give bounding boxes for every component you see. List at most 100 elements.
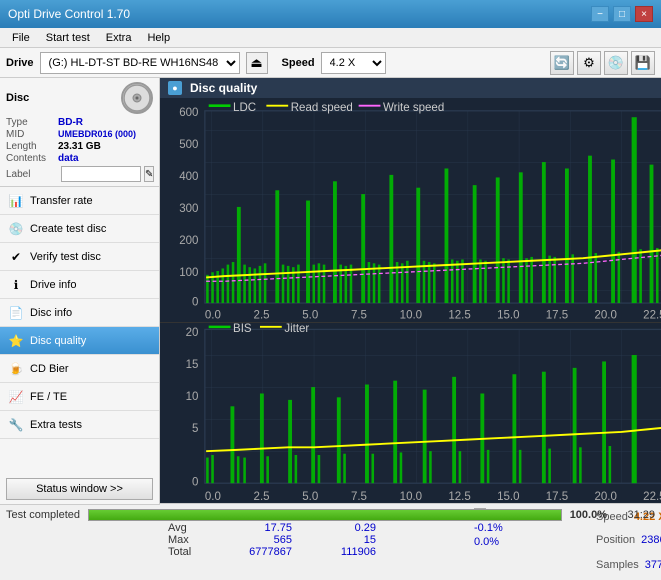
progress-percentage: 100.0%	[570, 509, 607, 521]
save-button[interactable]: 💾	[631, 51, 655, 75]
svg-text:17.5: 17.5	[546, 309, 568, 321]
svg-text:BIS: BIS	[233, 323, 252, 335]
sidebar-item-create-test-disc[interactable]: 💿 Create test disc	[0, 215, 159, 243]
max-empty	[380, 534, 460, 546]
menu-extra[interactable]: Extra	[98, 30, 140, 46]
menu-starttest[interactable]: Start test	[38, 30, 98, 46]
left-panel: Disc Type BD-R MID UMEBDR016 (000)	[0, 78, 160, 504]
svg-text:2.5: 2.5	[254, 491, 270, 503]
disc-length-row: Length 23.31 GB	[6, 141, 153, 152]
top-chart-wrapper: 600 500 400 300 200 100 0 18X 16X 14X 12…	[160, 98, 661, 323]
titlebar: Opti Drive Control 1.70 − □ ×	[0, 0, 661, 28]
drive-label: Drive	[6, 57, 34, 69]
disc-info-rows: Type BD-R MID UMEBDR016 (000) Length 23.…	[6, 117, 153, 182]
transfer-rate-label: Transfer rate	[30, 195, 93, 207]
max-row: Max 565 15	[168, 534, 460, 546]
total-ldc: 6777867	[212, 546, 292, 558]
window-controls: − □ ×	[591, 6, 653, 22]
type-label: Type	[6, 117, 58, 128]
time-elapsed: 31:29	[615, 509, 655, 521]
jitter-max: 0.0%	[474, 536, 582, 548]
svg-text:22.5: 22.5	[643, 309, 661, 321]
svg-text:LDC: LDC	[233, 102, 256, 114]
status-window-button[interactable]: Status window >>	[6, 478, 153, 500]
disc-contents-row: Contents data	[6, 153, 153, 164]
disc-mid-row: MID UMEBDR016 (000)	[6, 129, 153, 140]
create-test-disc-label: Create test disc	[30, 223, 106, 235]
svg-text:5.0: 5.0	[302, 491, 318, 503]
mid-value: UMEBDR016 (000)	[58, 129, 136, 140]
drive-info-label: Drive info	[30, 279, 76, 291]
sidebar-item-transfer-rate[interactable]: 📊 Transfer rate	[0, 187, 159, 215]
disc-type-row: Type BD-R	[6, 117, 153, 128]
disc-quality-label: Disc quality	[30, 335, 86, 347]
type-value: BD-R	[58, 117, 83, 128]
cd-bier-label: CD Bier	[30, 363, 69, 375]
sidebar-item-cd-bier[interactable]: 🍺 CD Bier	[0, 355, 159, 383]
svg-text:20.0: 20.0	[594, 491, 616, 503]
speed-select[interactable]: 4.2 X MAX 8 X	[321, 52, 386, 74]
bottom-chart-wrapper: 20 15 10 5 0 10% 8% 6% 4% 2% 0.0 2.5 5.0…	[160, 323, 661, 502]
samples-value: 377651	[645, 559, 661, 571]
label-label: Label	[6, 169, 58, 180]
svg-text:15.0: 15.0	[497, 491, 519, 503]
maximize-button[interactable]: □	[613, 6, 631, 22]
svg-text:5: 5	[192, 423, 198, 435]
svg-text:7.5: 7.5	[351, 491, 367, 503]
close-button[interactable]: ×	[635, 6, 653, 22]
svg-text:7.5: 7.5	[351, 309, 367, 321]
total-label: Total	[168, 546, 208, 558]
progress-bar-fill	[89, 510, 561, 520]
drivebar: Drive (G:) HL-DT-ST BD-RE WH16NS48 1.D3 …	[0, 48, 661, 78]
settings-button[interactable]: ⚙	[577, 51, 601, 75]
sidebar-item-drive-info[interactable]: ℹ Drive info	[0, 271, 159, 299]
total-row: Total 6777867 111906	[168, 546, 460, 558]
toolbar-buttons: 🔄 ⚙ 💿 💾	[550, 51, 655, 75]
sidebar-item-fe-te[interactable]: 📈 FE / TE	[0, 383, 159, 411]
svg-text:20.0: 20.0	[594, 309, 616, 321]
sidebar-item-disc-info[interactable]: 📄 Disc info	[0, 299, 159, 327]
disc-quality-header-icon: ●	[168, 81, 182, 95]
label-edit-button[interactable]: ✎	[144, 166, 154, 182]
menu-file[interactable]: File	[4, 30, 38, 46]
svg-text:Read speed: Read speed	[291, 102, 353, 114]
svg-text:10: 10	[186, 391, 199, 403]
svg-text:400: 400	[179, 171, 198, 183]
mid-label: MID	[6, 129, 58, 140]
svg-text:600: 600	[179, 107, 198, 119]
svg-text:2.5: 2.5	[254, 309, 270, 321]
menubar: File Start test Extra Help	[0, 28, 661, 48]
create-test-disc-icon: 💿	[8, 221, 24, 237]
svg-text:17.5: 17.5	[546, 491, 568, 503]
minimize-button[interactable]: −	[591, 6, 609, 22]
charts-container: 600 500 400 300 200 100 0 18X 16X 14X 12…	[160, 98, 661, 503]
svg-text:15: 15	[186, 359, 199, 371]
drive-select[interactable]: (G:) HL-DT-ST BD-RE WH16NS48 1.D3	[40, 52, 240, 74]
samples-label: Samples	[596, 559, 639, 571]
sidebar-item-disc-quality[interactable]: ⭐ Disc quality	[0, 327, 159, 355]
length-label: Length	[6, 141, 58, 152]
eject-button[interactable]: ⏏	[246, 52, 268, 74]
svg-text:10.0: 10.0	[400, 491, 422, 503]
position-row: Position 23862 MB Start full	[596, 529, 661, 551]
contents-value: data	[58, 153, 79, 164]
transfer-rate-icon: 📊	[8, 193, 24, 209]
max-label: Max	[168, 534, 208, 546]
disc-info-section: Disc Type BD-R MID UMEBDR016 (000)	[0, 78, 159, 187]
cd-bier-icon: 🍺	[8, 361, 24, 377]
burn-button[interactable]: 💿	[604, 51, 628, 75]
sidebar-item-verify-test-disc[interactable]: ✔ Verify test disc	[0, 243, 159, 271]
position-value: 23862 MB	[641, 534, 661, 546]
refresh-button[interactable]: 🔄	[550, 51, 574, 75]
bottom-chart: 20 15 10 5 0 10% 8% 6% 4% 2% 0.0 2.5 5.0…	[160, 323, 661, 502]
extra-tests-label: Extra tests	[30, 419, 82, 431]
label-input[interactable]	[61, 166, 141, 182]
chart-header: ● Disc quality	[160, 78, 661, 98]
menu-help[interactable]: Help	[139, 30, 178, 46]
svg-text:0: 0	[192, 297, 198, 309]
right-panel: ● Disc quality 600	[160, 78, 661, 504]
svg-text:300: 300	[179, 203, 198, 215]
extra-tests-icon: 🔧	[8, 417, 24, 433]
svg-text:5.0: 5.0	[302, 309, 318, 321]
sidebar-item-extra-tests[interactable]: 🔧 Extra tests	[0, 411, 159, 439]
